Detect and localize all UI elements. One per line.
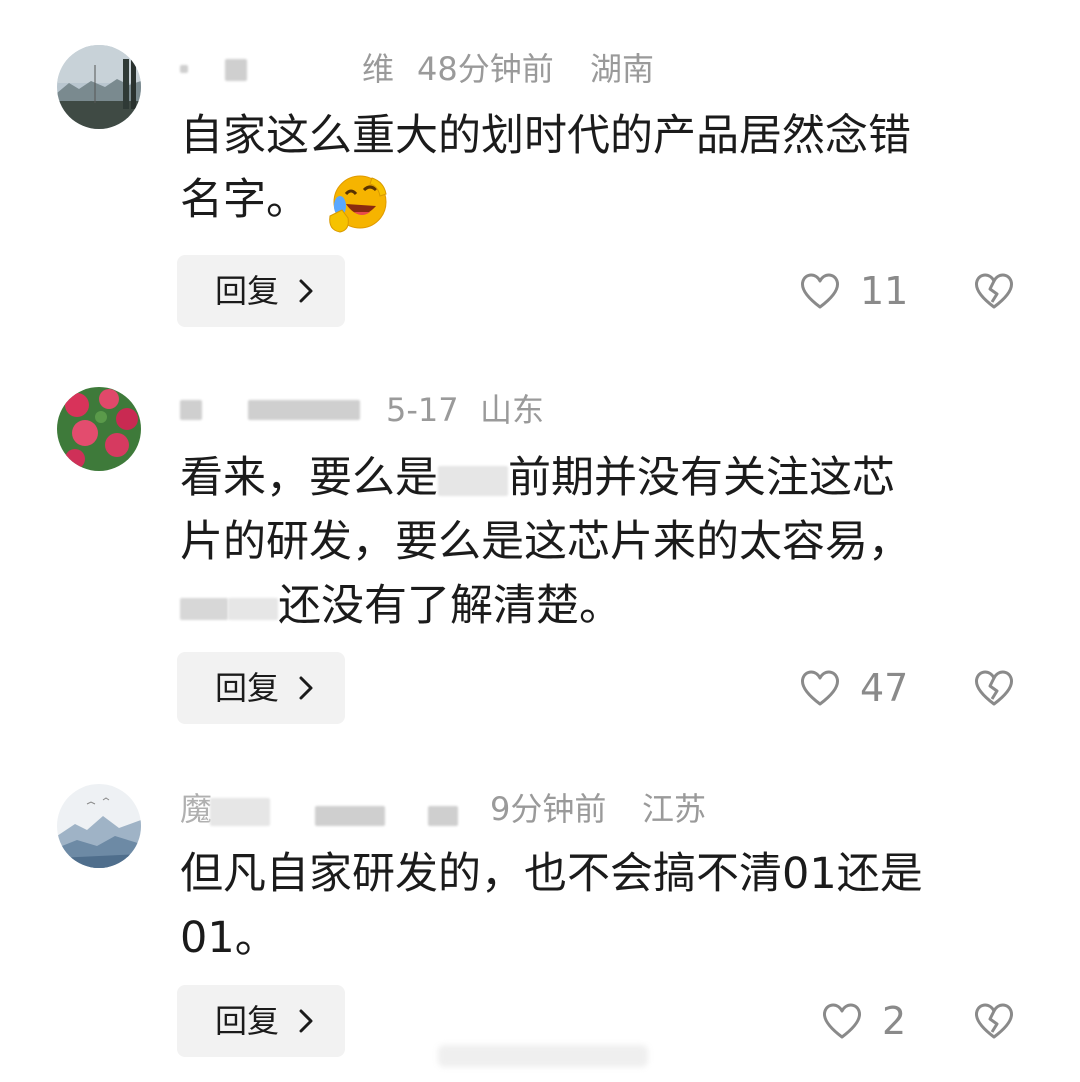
comment-meta: 5-17 山东 (180, 385, 880, 435)
comment-line: 自家这么重大的划时代的产品居然念错 (180, 111, 911, 161)
broken-heart-icon[interactable] (972, 666, 1016, 710)
comment-line: 01。 (180, 913, 278, 963)
reply-label: 回复 (215, 669, 280, 707)
comment-line-text: 还没有了解清楚。 (278, 581, 622, 631)
comment-line-text: 看来，要么是 (180, 453, 438, 503)
comment-line: 片的研发，要么是这芯片来的太容易， (180, 517, 911, 567)
like-count: 47 (860, 666, 909, 710)
reply-button[interactable]: 回复 (177, 652, 345, 724)
comment-location: 江苏 (642, 790, 707, 828)
blurred-username (210, 798, 270, 826)
comment-time: 9分钟前 (490, 790, 607, 828)
blurred-username (428, 806, 458, 826)
broken-heart-icon[interactable] (972, 999, 1016, 1043)
comment-location: 山东 (480, 391, 545, 429)
heart-outline-icon[interactable] (798, 269, 842, 313)
watermark-blur (438, 1045, 648, 1067)
blurred-username (315, 806, 385, 826)
chevron-right-icon (295, 985, 317, 1082)
reply-label: 回复 (215, 272, 280, 310)
blurred-name (438, 465, 508, 496)
comment-line: 还没有了解清楚。 (180, 574, 1020, 638)
blurred-username (180, 400, 202, 420)
username[interactable]: 维 (362, 44, 394, 94)
like-count: 11 (860, 269, 909, 313)
reply-label: 回复 (215, 1002, 280, 1040)
comment-location: 湖南 (590, 50, 655, 88)
reply-button[interactable]: 回复 (177, 255, 345, 327)
comment-text: 但凡自家研发的，也不会搞不清01还是 01。 (180, 842, 1020, 970)
reply-button[interactable]: 回复 (177, 985, 345, 1057)
avatar[interactable] (57, 45, 141, 129)
blurred-username (225, 59, 247, 81)
comment-time: 48分钟前 (417, 50, 554, 88)
comment-line: 名字。 (180, 168, 1020, 232)
comment-line: 但凡自家研发的，也不会搞不清01还是 (180, 849, 923, 899)
blurred-username (180, 65, 188, 73)
laughing-crying-emoji-icon (326, 172, 390, 236)
avatar[interactable] (57, 387, 141, 471)
avatar[interactable] (57, 784, 141, 868)
comment-line-text: 前期并没有关注这芯 (508, 453, 895, 503)
blurred-name (228, 597, 278, 620)
chevron-right-icon (295, 652, 317, 749)
broken-heart-icon[interactable] (972, 269, 1016, 313)
comment-text: 看来，要么是 前期并没有关注这芯 片的研发，要么是这芯片来的太容易， 还没有了解清… (180, 446, 1020, 638)
comment-text: 自家这么重大的划时代的产品居然念错 名字。 (180, 104, 1020, 232)
username[interactable]: 魔 (180, 784, 212, 834)
heart-outline-icon[interactable] (820, 999, 864, 1043)
heart-outline-icon[interactable] (798, 666, 842, 710)
comment-time: 5-17 (386, 391, 459, 429)
comment-meta: 魔 9分钟前 江苏 (180, 784, 880, 834)
comment-meta: 维 48分钟前 湖南 (180, 44, 880, 94)
blurred-name (180, 597, 228, 620)
comment-line: 看来，要么是 前期并没有关注这芯 (180, 446, 1020, 510)
blurred-username (248, 400, 360, 420)
chevron-right-icon (295, 255, 317, 352)
like-count: 2 (882, 999, 907, 1043)
comment-line-text: 名字。 (180, 175, 309, 225)
